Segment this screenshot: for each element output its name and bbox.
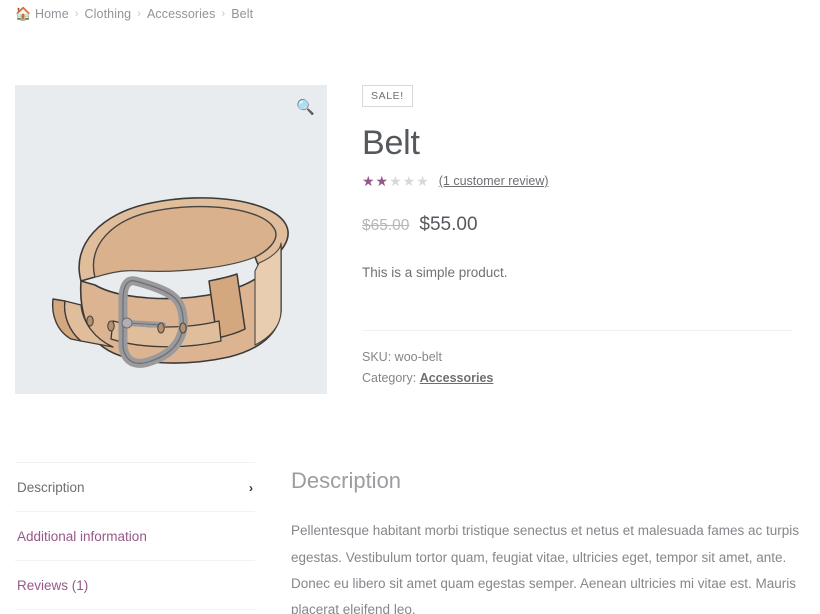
product-category: Category: Accessories [362, 368, 792, 389]
tab-label: Additional information [17, 529, 147, 544]
category-label: Category: [362, 371, 417, 386]
category-link-accessories[interactable]: Accessories [420, 371, 494, 385]
product-title: Belt [362, 123, 420, 162]
product-sku: SKU: woo-belt [362, 347, 792, 368]
tab-reviews[interactable]: Reviews (1) [15, 560, 255, 610]
home-icon: 🏠 [15, 6, 32, 21]
product-meta: SKU: woo-belt Category: Accessories [362, 347, 792, 388]
product-short-description: This is a simple product. [362, 264, 508, 280]
panel-title: Description [291, 468, 402, 493]
product-page: 🏠 Home › Clothing › Accessories › Belt 🔍 [0, 0, 820, 614]
product-image-belt [51, 197, 289, 368]
price-sale: $55.00 [419, 213, 478, 235]
customer-review-link[interactable]: (1 customer review) [439, 174, 549, 188]
sku-value: woo-belt [394, 350, 442, 365]
zoom-in-icon[interactable]: 🔍 [296, 99, 315, 117]
breadcrumb-link-accessories[interactable]: Accessories [147, 7, 215, 21]
tab-label: Reviews (1) [17, 578, 89, 593]
breadcrumb: 🏠 Home › Clothing › Accessories › Belt [15, 6, 254, 22]
breadcrumb-separator: › [137, 8, 141, 20]
product-price: $65.00 $55.00 [362, 214, 792, 236]
meta-divider [362, 330, 792, 332]
breadcrumb-separator: › [74, 8, 79, 20]
tab-description[interactable]: Description › [15, 462, 255, 511]
panel-body-text: Pellentesque habitant morbi tristique se… [291, 523, 800, 614]
breadcrumb-separator: › [221, 8, 226, 20]
tab-additional-information[interactable]: Additional information [15, 511, 255, 560]
tab-list: Description › Additional information Rev… [15, 462, 255, 610]
sku-label: SKU: [362, 350, 392, 365]
chevron-right-icon: › [249, 480, 253, 495]
product-gallery[interactable]: 🔍 [15, 85, 327, 394]
product-rating: ★★★★★ ★★★★★ (1 customer review) [362, 174, 792, 188]
breadcrumb-link-clothing[interactable]: Clothing [85, 7, 132, 21]
breadcrumb-link-home[interactable]: Home [35, 7, 69, 21]
sale-badge: SALE! [362, 85, 413, 107]
breadcrumb-current-belt: Belt [231, 7, 254, 21]
star-rating-icon: ★★★★★ ★★★★★ [362, 172, 430, 189]
price-regular: $65.00 [362, 216, 410, 234]
tab-panel-description: Description Pellentesque habitant morbi … [291, 468, 801, 614]
product-info: SALE! Belt ★★★★★ ★★★★★ (1 customer revie… [362, 85, 792, 389]
tab-label: Description [17, 480, 85, 495]
